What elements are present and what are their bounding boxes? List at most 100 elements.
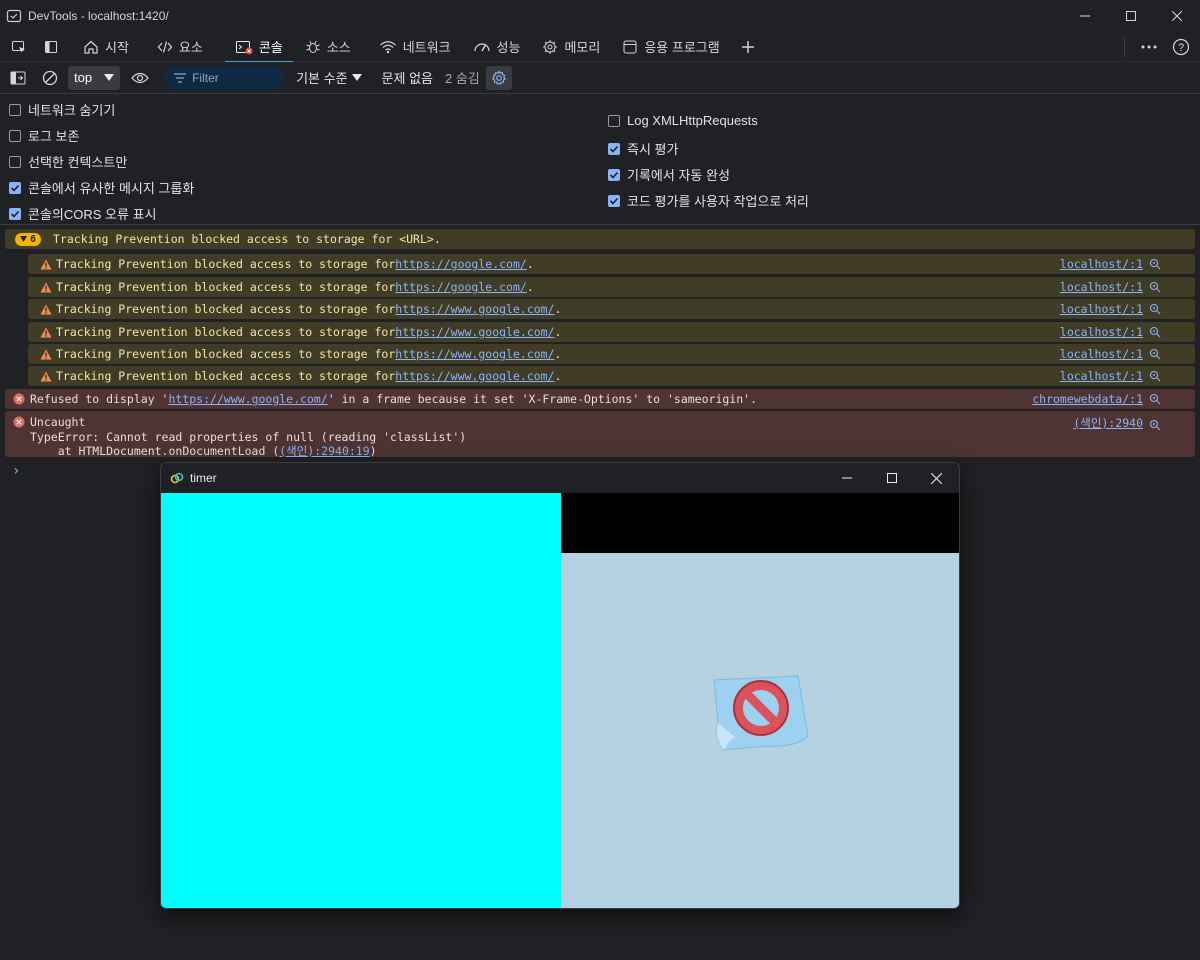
message-url[interactable]: https://www.google.com/ — [395, 369, 554, 383]
warning-message: Tracking Prevention blocked access to st… — [28, 322, 1195, 342]
left-pane — [161, 493, 561, 908]
tab-network[interactable]: 네트워크 — [369, 32, 461, 62]
close-icon — [1172, 11, 1182, 21]
tab-console[interactable]: 콘솔 — [224, 32, 293, 63]
source-link[interactable]: (색인):2940 — [1073, 415, 1143, 431]
timer-minimize-button[interactable] — [824, 463, 869, 493]
message-suffix: . — [554, 369, 562, 383]
message-suffix: ' in a frame because it set 'X-Frame-Opt… — [327, 392, 757, 406]
setting-hide-network[interactable]: 네트워크 숨기기 — [9, 100, 115, 119]
message-suffix: . — [554, 347, 562, 361]
live-expression-button[interactable] — [124, 63, 156, 93]
dock-side-icon — [45, 40, 57, 53]
timer-maximize-button[interactable] — [869, 463, 914, 493]
inspect-element-button[interactable] — [3, 32, 35, 62]
message-url[interactable]: https://google.com/ — [395, 280, 527, 294]
setting-show-cors-errors[interactable]: 콘솔의CORS 오류 표시 — [9, 204, 157, 223]
source-link[interactable]: localhost/:1 — [1060, 302, 1143, 316]
maximize-button[interactable] — [1108, 0, 1154, 32]
filter-input[interactable]: Filter — [164, 65, 285, 90]
setting-autocomplete-history[interactable]: 기록에서 자동 완성 — [608, 165, 730, 184]
warning-icon — [40, 327, 52, 337]
checkbox-checked[interactable] — [608, 194, 620, 207]
close-button[interactable] — [1154, 0, 1200, 32]
console-prompt[interactable]: › — [12, 463, 20, 479]
tab-application[interactable]: 응용 프로그램 — [612, 32, 729, 62]
search-icon[interactable] — [1149, 370, 1161, 382]
home-icon — [84, 40, 98, 54]
app-window-icon — [623, 40, 637, 53]
tab-welcome[interactable]: 시작 — [73, 32, 139, 62]
tab-memory[interactable]: 메모리 — [532, 32, 610, 62]
setting-user-activation[interactable]: 코드 평가를 사용자 작업으로 처리 — [608, 191, 809, 210]
checkbox-checked[interactable] — [9, 207, 21, 220]
setting-selected-context-only[interactable]: 선택한 컨텍스트만 — [9, 152, 127, 171]
message-prefix: Tracking Prevention blocked access to st… — [56, 369, 396, 383]
help-button[interactable]: ? — [1165, 32, 1197, 62]
timer-window[interactable]: timer — [160, 462, 960, 909]
search-icon[interactable] — [1149, 393, 1161, 405]
message-url[interactable]: https://google.com/ — [395, 257, 527, 271]
setting-log-xhr[interactable]: Log XMLHttpRequests — [608, 113, 758, 128]
source-link[interactable]: localhost/:1 — [1060, 280, 1143, 294]
search-icon[interactable] — [1149, 348, 1161, 360]
warning-message: Tracking Prevention blocked access to st… — [28, 254, 1195, 274]
tab-sources[interactable]: 소스 — [295, 32, 361, 62]
checkbox-checked[interactable] — [9, 181, 21, 194]
search-icon[interactable] — [1149, 326, 1161, 338]
setting-label: 콘솔의CORS 오류 표시 — [28, 207, 157, 222]
message-url[interactable]: https://www.google.com/ — [395, 302, 554, 316]
minimize-button[interactable] — [1062, 0, 1108, 32]
setting-group-similar[interactable]: 콘솔에서 유사한 메시지 그룹화 — [9, 178, 194, 197]
code-icon — [157, 40, 173, 53]
source-link[interactable]: localhost/:1 — [1060, 369, 1143, 383]
maximize-icon — [886, 473, 897, 483]
message-url[interactable]: https://www.google.com/ — [168, 392, 327, 406]
timer-titlebar[interactable]: timer — [161, 463, 959, 493]
tab-performance[interactable]: 성능 — [463, 32, 531, 62]
filter-placeholder: Filter — [192, 70, 219, 85]
checkbox[interactable] — [9, 129, 21, 142]
show-sidebar-button[interactable] — [2, 63, 34, 93]
prompt-caret: › — [12, 463, 21, 479]
setting-preserve-log[interactable]: 로그 보존 — [9, 126, 79, 145]
search-icon[interactable] — [1149, 303, 1161, 315]
checkbox[interactable] — [9, 103, 21, 116]
badge-count: 6 — [30, 233, 37, 245]
checkbox[interactable] — [9, 155, 21, 168]
search-icon[interactable] — [1149, 281, 1161, 293]
stack-link[interactable]: (색인):2940:19 — [279, 444, 369, 458]
setting-eager-evaluation[interactable]: 즉시 평가 — [608, 139, 678, 158]
checkbox-checked[interactable] — [608, 142, 620, 155]
customize-menu-button[interactable] — [1133, 32, 1165, 62]
more-options-icon — [1141, 45, 1157, 49]
console-settings-button[interactable] — [485, 65, 512, 90]
error-stack-line: at HTMLDocument.onDocumentLoad ((색인):294… — [30, 444, 466, 459]
message-url[interactable]: https://www.google.com/ — [395, 325, 554, 339]
window-title: DevTools - localhost:1420/ — [28, 9, 169, 23]
timer-close-button[interactable] — [914, 463, 959, 493]
warning-icon — [40, 282, 52, 292]
message-url[interactable]: https://www.google.com/ — [395, 347, 554, 361]
triangle-down-icon — [20, 236, 27, 242]
console-toolbar: top Filter 기본 수준 문제 없음 2 숨김 — [0, 62, 1200, 94]
maximize-icon — [1126, 11, 1136, 21]
context-selector[interactable]: top — [68, 65, 121, 90]
checkbox-checked[interactable] — [608, 168, 620, 181]
clear-console-button[interactable] — [34, 63, 66, 93]
source-link[interactable]: localhost/:1 — [1060, 325, 1143, 339]
source-link[interactable]: chromewebdata/:1 — [1032, 392, 1143, 406]
log-level-dropdown[interactable]: 기본 수준 — [296, 68, 362, 87]
search-icon[interactable] — [1149, 419, 1161, 431]
issues-counter[interactable]: 문제 없음 — [382, 68, 433, 87]
console-settings-panel: 네트워크 숨기기 로그 보존 선택한 컨텍스트만 콘솔에서 유사한 메시지 그룹… — [0, 94, 1200, 225]
search-icon[interactable] — [1149, 258, 1161, 270]
message-group-header[interactable]: 6 Tracking Prevention blocked access to … — [5, 229, 1195, 249]
source-link[interactable]: localhost/:1 — [1060, 347, 1143, 361]
checkbox[interactable] — [608, 114, 620, 127]
source-link[interactable]: localhost/:1 — [1060, 257, 1143, 271]
right-pane — [561, 553, 959, 908]
device-toggle-button[interactable] — [35, 32, 67, 62]
tab-elements[interactable]: 요소 — [147, 32, 213, 62]
more-tabs-button[interactable] — [732, 32, 764, 62]
